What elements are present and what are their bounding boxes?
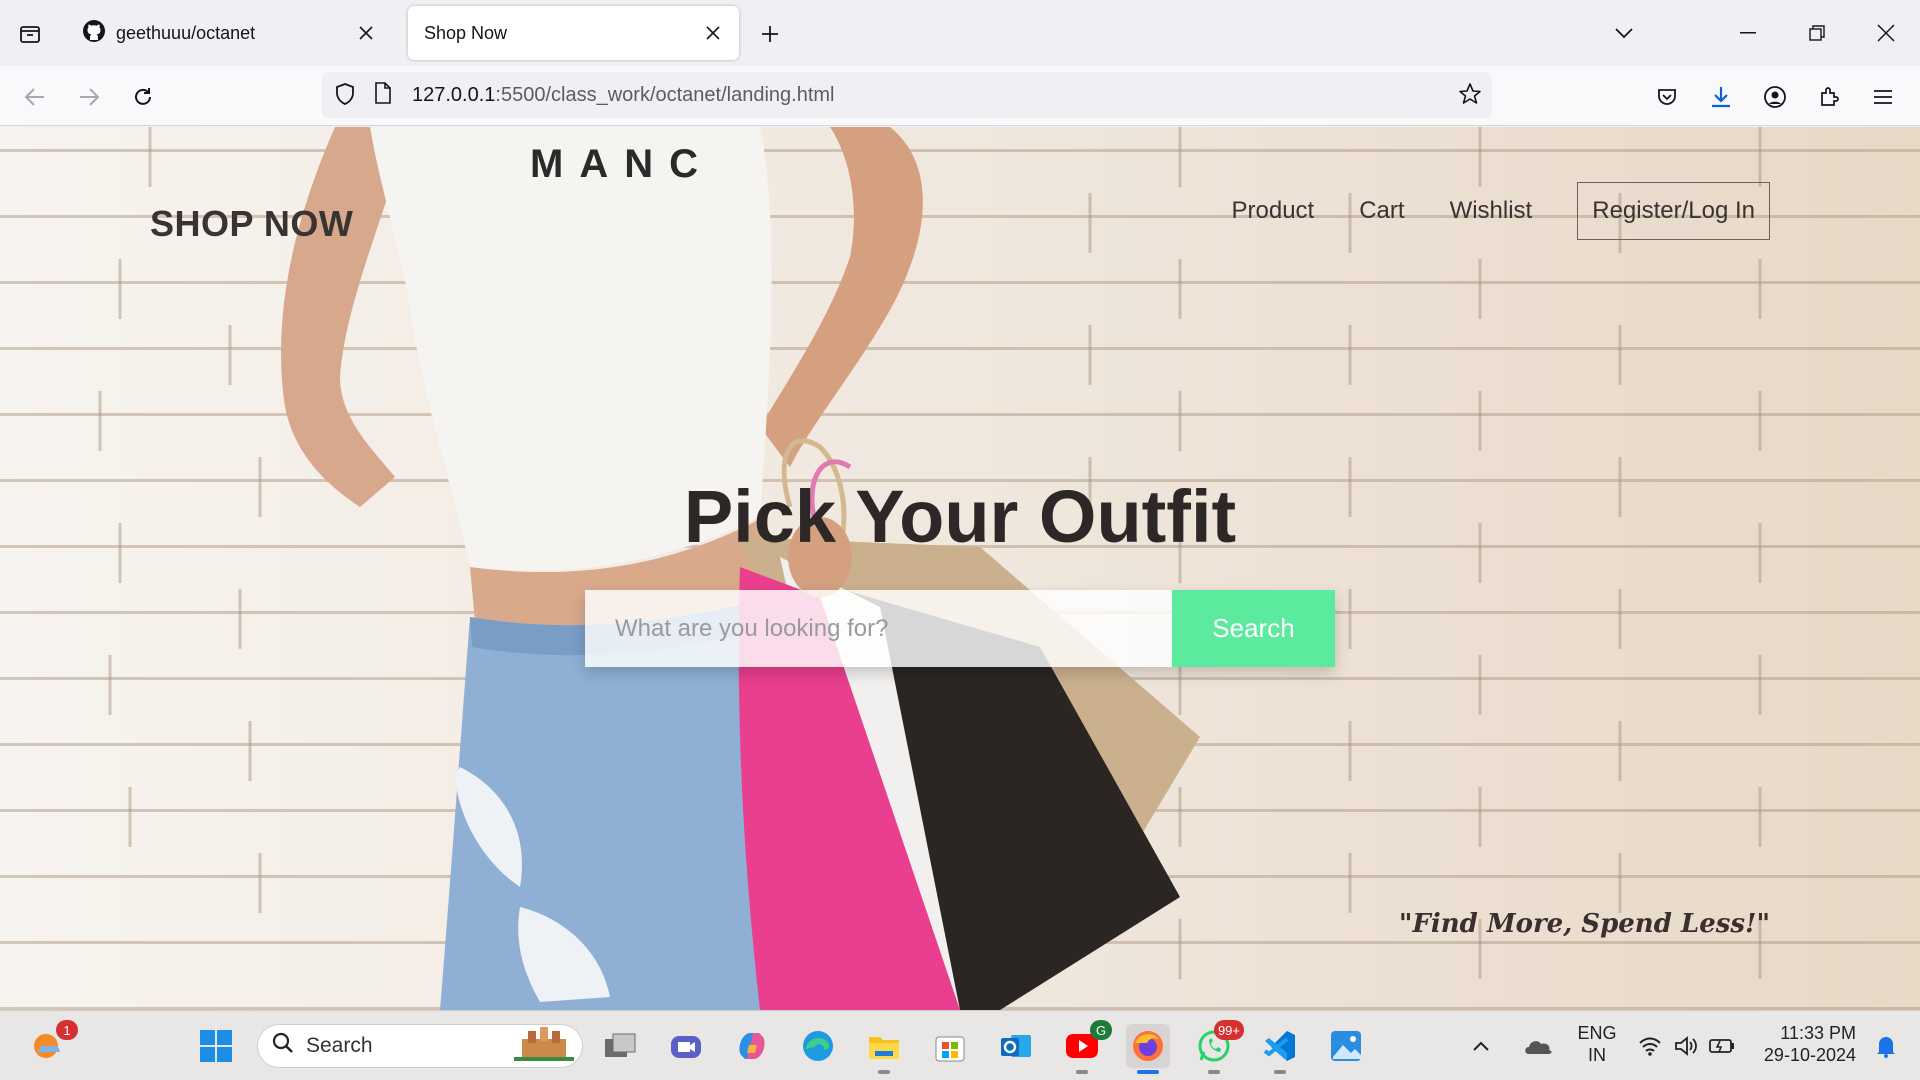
tab-shop-now[interactable]: Shop Now — [408, 6, 739, 60]
close-window-icon[interactable] — [1866, 16, 1906, 50]
shield-icon[interactable] — [334, 82, 356, 111]
tagline: "Find More, Spend Less!" — [1398, 909, 1770, 939]
pocket-icon[interactable] — [1650, 80, 1684, 114]
extensions-icon[interactable] — [1812, 80, 1846, 114]
clock[interactable]: 11:33 PM 29-10-2024 — [1752, 1022, 1856, 1066]
microsoft-store-icon[interactable] — [928, 1024, 972, 1068]
edge-browser-icon[interactable] — [796, 1024, 840, 1068]
browser-nav-bar: 127.0.0.1:5500/class_work/octanet/landin… — [0, 66, 1920, 126]
page-viewport: MANC SHOP NOW Product Cart Wishlist Regi… — [0, 127, 1920, 1010]
taskbar-search[interactable]: Search — [257, 1024, 583, 1068]
close-icon[interactable] — [354, 21, 378, 45]
search-form: Search — [585, 590, 1335, 667]
clock-time: 11:33 PM — [1780, 1023, 1856, 1043]
site-logo[interactable]: SHOP NOW — [150, 203, 353, 245]
download-icon[interactable] — [1704, 80, 1738, 114]
weather-icon[interactable]: 1 — [26, 1020, 78, 1068]
outlook-icon[interactable] — [994, 1024, 1038, 1068]
nav-wishlist-link[interactable]: Wishlist — [1450, 197, 1533, 225]
url-host: 127.0.0.1 — [412, 84, 496, 106]
chevron-up-icon[interactable] — [1468, 1024, 1494, 1068]
bookmark-star-icon[interactable] — [1458, 82, 1482, 111]
vscode-icon[interactable] — [1258, 1024, 1302, 1074]
hamburger-menu-icon[interactable] — [1866, 80, 1900, 114]
file-explorer-icon[interactable] — [862, 1024, 906, 1074]
photos-icon[interactable] — [1324, 1024, 1368, 1068]
volume-icon[interactable] — [1666, 1024, 1706, 1068]
search-button[interactable]: Search — [1172, 590, 1335, 667]
url-text: 127.0.0.1:5500/class_work/octanet/landin… — [412, 84, 835, 107]
battery-icon[interactable] — [1702, 1024, 1742, 1068]
onedrive-cloud-icon[interactable] — [1516, 1024, 1560, 1068]
firefox-icon[interactable] — [1126, 1024, 1170, 1074]
taskbar-search-label: Search — [306, 1034, 373, 1057]
browser-tab-bar: geethuuu/octanet Shop Now — [0, 0, 1920, 66]
search-input[interactable] — [585, 590, 1172, 667]
tab-list-icon[interactable] — [14, 18, 46, 50]
forward-arrow-icon[interactable] — [72, 80, 106, 114]
tab-title: geethuuu/octanet — [116, 22, 256, 43]
weather-badge: 1 — [56, 1020, 78, 1040]
back-arrow-icon[interactable] — [18, 80, 52, 114]
account-icon[interactable] — [1758, 80, 1792, 114]
windows-start-icon[interactable] — [194, 1024, 238, 1068]
castle-highlight-icon — [514, 1025, 574, 1067]
tab-github[interactable]: geethuuu/octanet — [66, 6, 392, 60]
address-bar[interactable]: 127.0.0.1:5500/class_work/octanet/landin… — [322, 72, 1492, 118]
github-icon — [82, 19, 106, 48]
restore-icon[interactable] — [1797, 16, 1837, 50]
whatsapp-badge: 99+ — [1213, 1020, 1244, 1040]
taskbar: 1 Search G 99+ ENG IN 11:33 PM 29-10-202… — [0, 1010, 1920, 1080]
hero-photo: MANC — [98, 127, 1762, 1010]
youtube-icon[interactable]: G — [1060, 1020, 1112, 1074]
clock-date: 29-10-2024 — [1763, 1045, 1856, 1065]
shirt-print: MANC — [530, 142, 714, 186]
wifi-icon[interactable] — [1630, 1024, 1670, 1068]
meet-camera-icon[interactable] — [664, 1024, 708, 1068]
close-icon[interactable] — [701, 21, 725, 45]
whatsapp-icon[interactable]: 99+ — [1192, 1020, 1244, 1074]
task-view-icon[interactable] — [598, 1024, 642, 1068]
nav-product-link[interactable]: Product — [1232, 197, 1315, 225]
register-login-button[interactable]: Register/Log In — [1577, 182, 1770, 240]
search-icon — [272, 1032, 294, 1060]
nav-cart-link[interactable]: Cart — [1359, 197, 1404, 225]
url-path: :5500/class_work/octanet/landing.html — [495, 84, 835, 106]
chevron-down-icon[interactable] — [1604, 16, 1644, 50]
language-line2: IN — [1588, 1045, 1606, 1065]
copilot-icon[interactable] — [730, 1024, 774, 1068]
new-tab-plus-icon[interactable] — [752, 18, 788, 50]
reload-icon[interactable] — [126, 80, 160, 114]
hero-title: Pick Your Outfit — [683, 475, 1237, 558]
youtube-badge: G — [1090, 1020, 1112, 1040]
site-nav: Product Cart Wishlist Register/Log In — [1187, 182, 1770, 240]
page-icon — [374, 82, 392, 109]
tab-title: Shop Now — [424, 22, 508, 43]
language-line1: ENG — [1577, 1023, 1617, 1043]
notification-bell-icon[interactable] — [1866, 1024, 1906, 1068]
minimize-icon[interactable] — [1728, 16, 1768, 50]
language-indicator[interactable]: ENG IN — [1574, 1022, 1620, 1066]
